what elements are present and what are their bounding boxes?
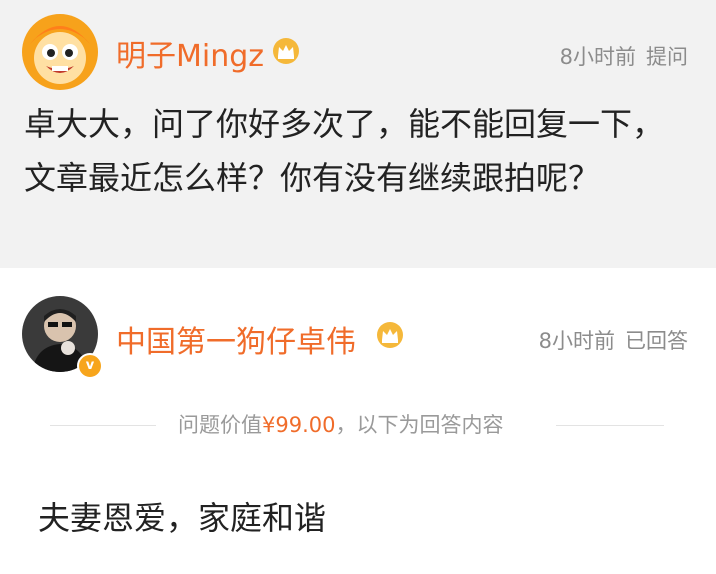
divider-line-left xyxy=(50,425,156,426)
answer-time: 8小时前 xyxy=(538,329,615,353)
crown-icon xyxy=(377,322,403,348)
question-meta: 8小时前 提问 xyxy=(560,41,688,71)
price-divider: 问题价值¥99.00，以下为回答内容 xyxy=(0,409,716,443)
question-price: ¥99.00 xyxy=(262,413,336,437)
crown-icon xyxy=(273,38,299,64)
answerer-username[interactable]: 中国第一狗仔卓伟 xyxy=(116,317,356,361)
question-action: 提问 xyxy=(646,45,688,69)
verified-badge-icon: v xyxy=(77,353,103,379)
price-suffix: ，以下为回答内容 xyxy=(335,413,504,437)
question-text: 卓大大，问了你好多次了，能不能回复一下，文章最近怎么样？你有没有继续跟拍呢？ xyxy=(24,105,665,197)
answer-text: 夫妻恩爱，家庭和谐 xyxy=(38,499,327,537)
asker-avatar[interactable] xyxy=(22,14,98,90)
price-prefix: 问题价值 xyxy=(178,413,262,437)
answer-action: 已回答 xyxy=(625,329,688,353)
question-time: 8小时前 xyxy=(559,45,636,69)
cartoon-avatar-icon xyxy=(22,14,98,90)
divider-line-right xyxy=(556,425,664,426)
price-divider-text: 问题价值¥99.00，以下为回答内容 xyxy=(178,409,503,439)
question-card: 明子Mingz 8小时前 提问 卓大大，问了你好多次了，能不能回复一下，文章最近怎… xyxy=(0,0,716,268)
asker-username[interactable]: 明子Mingz xyxy=(116,31,264,75)
answer-meta: 8小时前 已回答 xyxy=(539,325,688,355)
